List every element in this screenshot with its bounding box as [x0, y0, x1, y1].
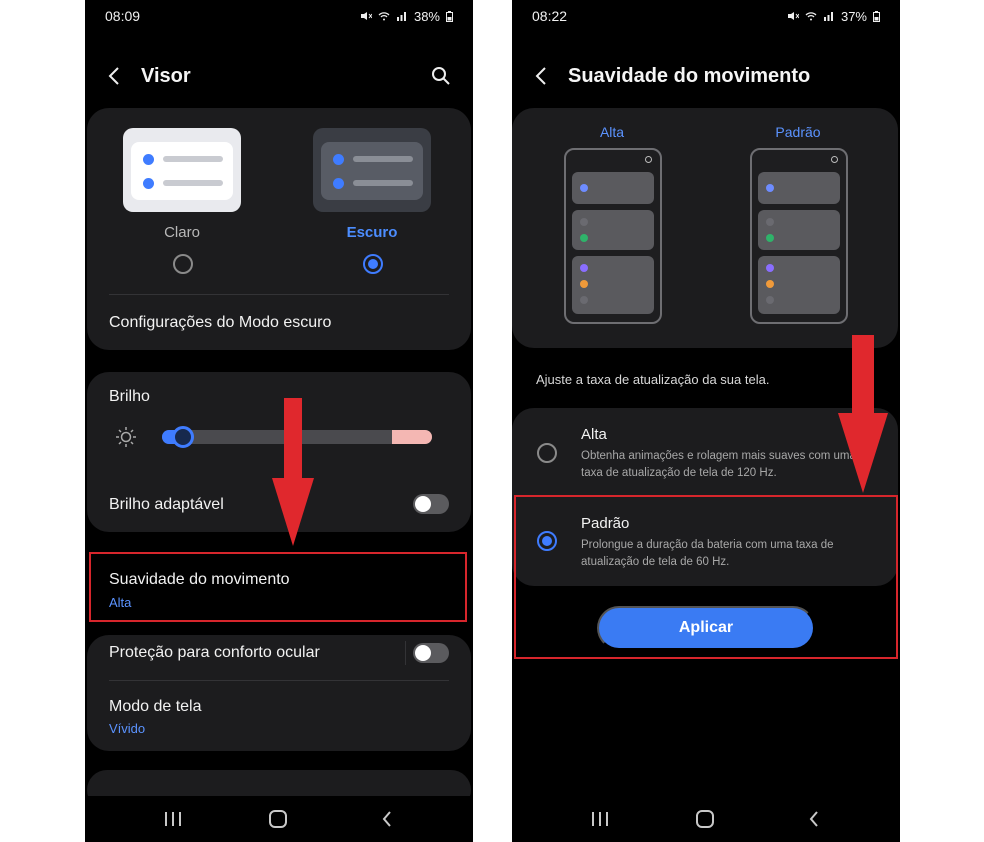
top-app-bar: Visor: [85, 60, 473, 94]
apply-button[interactable]: Aplicar: [597, 606, 815, 650]
page-title: Suavidade do movimento: [568, 65, 811, 87]
recents-icon[interactable]: [163, 810, 183, 828]
light-theme-label: Claro: [164, 224, 200, 241]
brightness-slider-extra-range: [392, 430, 432, 444]
back-arrow-icon[interactable]: [107, 65, 121, 87]
standard-refresh-preview: [750, 148, 848, 324]
motion-smoothness-label: Suavidade do movimento: [109, 571, 290, 588]
navigation-bar: [512, 796, 900, 842]
red-arrow-down-icon: [272, 398, 314, 546]
status-bar: 08:09 38%: [105, 6, 453, 26]
mini-search-icon: [645, 156, 652, 163]
screen-mode-value: Vívido: [109, 721, 146, 736]
high-refresh-preview: [564, 148, 662, 324]
divider: [405, 641, 406, 665]
battery-percentage: 37%: [840, 8, 867, 24]
nav-back-icon[interactable]: [808, 810, 820, 828]
theme-selector-card: Claro Escuro Configurações do Modo escur…: [87, 108, 471, 350]
light-theme-preview[interactable]: [123, 128, 241, 212]
divider: [109, 680, 449, 681]
page-title: Visor: [141, 65, 191, 87]
adaptive-brightness-toggle[interactable]: [413, 494, 449, 514]
battery-icon: [446, 10, 453, 22]
dark-theme-radio[interactable]: [363, 254, 383, 274]
high-option-radio[interactable]: [537, 443, 557, 463]
home-icon[interactable]: [269, 810, 287, 828]
mute-icon: [787, 12, 799, 20]
motion-smoothness-item[interactable]: Suavidade do movimento Alta: [89, 552, 467, 622]
eye-comfort-toggle[interactable]: [413, 643, 449, 663]
battery-percentage: 38%: [413, 8, 440, 24]
search-icon[interactable]: [431, 66, 451, 86]
dark-mode-settings-item[interactable]: Configurações do Modo escuro: [109, 314, 331, 332]
display-options-card: Proteção para conforto ocular Modo de te…: [87, 635, 471, 751]
nav-back-icon[interactable]: [381, 810, 393, 828]
mute-icon: [360, 12, 372, 20]
signal-icon: [823, 12, 833, 21]
red-arrow-down-icon: [838, 335, 888, 493]
signal-icon: [396, 12, 406, 21]
status-time: 08:09: [105, 8, 141, 24]
battery-icon: [873, 10, 880, 22]
light-theme-radio[interactable]: [173, 254, 193, 274]
eye-comfort-label[interactable]: Proteção para conforto ocular: [109, 644, 320, 662]
screen-mode-label[interactable]: Modo de tela: [109, 698, 202, 716]
home-icon[interactable]: [696, 810, 714, 828]
wifi-icon: [378, 12, 390, 21]
navigation-bar: [85, 796, 473, 842]
brightness-slider-thumb[interactable]: [172, 426, 194, 448]
mini-search-icon: [831, 156, 838, 163]
refresh-rate-preview-card: Alta Padrão: [512, 108, 898, 348]
high-option-description: Obtenha animações e rolagem mais suaves …: [581, 450, 856, 479]
status-bar: 08:22 37%: [532, 6, 880, 26]
back-arrow-icon[interactable]: [534, 65, 548, 87]
preview-standard-label: Padrão: [775, 124, 821, 140]
divider: [109, 294, 449, 295]
high-option-title[interactable]: Alta: [581, 426, 607, 443]
motion-smoothness-value: Alta: [109, 595, 132, 610]
preview-high-label: Alta: [599, 124, 625, 140]
adaptive-brightness-label: Brilho adaptável: [109, 496, 224, 513]
dark-theme-label: Escuro: [346, 224, 398, 241]
top-app-bar: Suavidade do movimento: [512, 60, 900, 94]
refresh-rate-caption: Ajuste a taxa de atualização da sua tela…: [536, 372, 770, 387]
dark-theme-preview[interactable]: [313, 128, 431, 212]
recents-icon[interactable]: [590, 810, 610, 828]
sun-icon: [116, 427, 136, 447]
wifi-icon: [805, 12, 817, 21]
status-time: 08:22: [532, 8, 568, 24]
brightness-label: Brilho: [109, 388, 150, 405]
